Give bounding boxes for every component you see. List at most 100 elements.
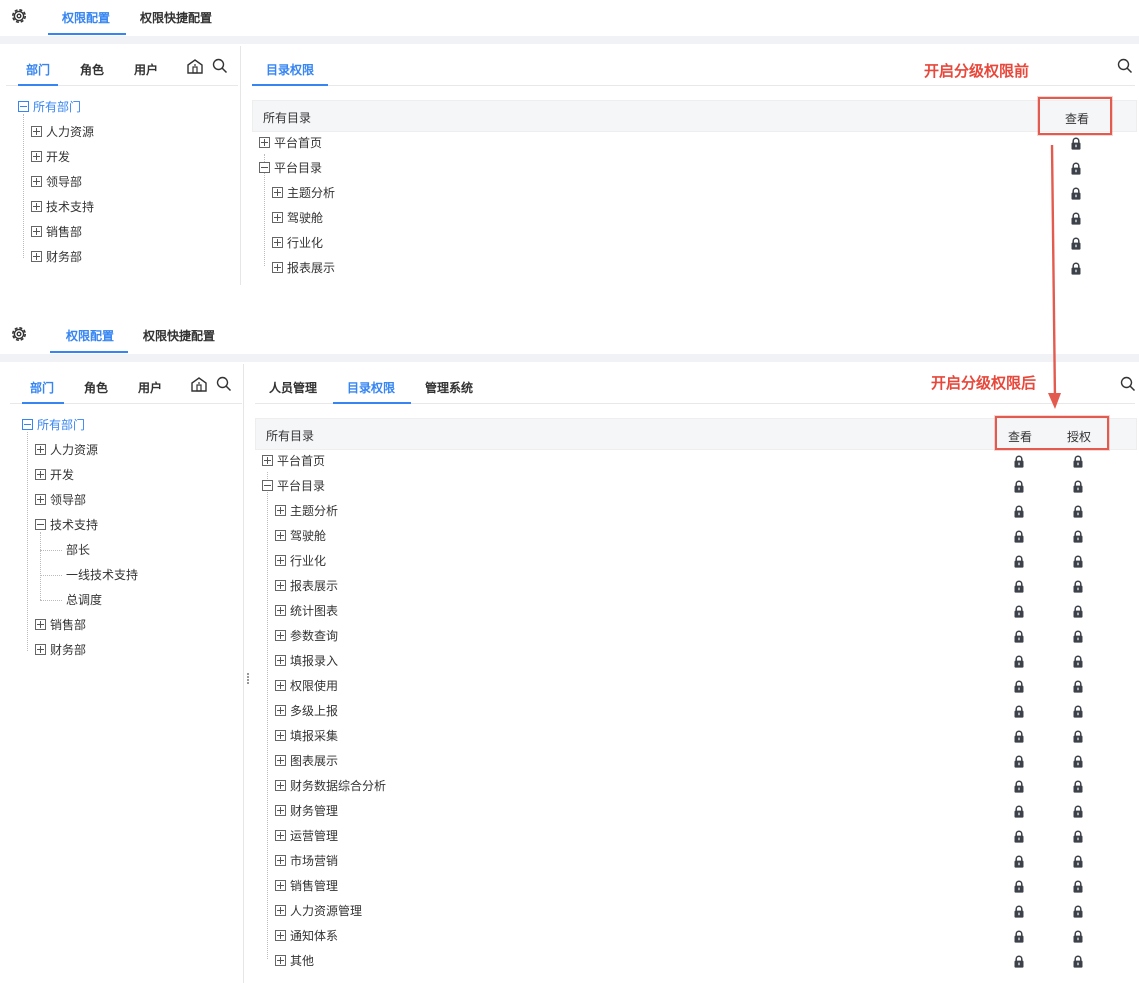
- tab-user[interactable]: 用户: [138, 379, 162, 396]
- tree-item[interactable]: 销售部: [35, 616, 86, 634]
- expand-icon[interactable]: [272, 262, 283, 273]
- lock-icon[interactable]: [1073, 955, 1083, 968]
- lock-icon[interactable]: [1071, 162, 1081, 175]
- catalog-item[interactable]: 多级上报: [275, 702, 338, 720]
- expand-icon[interactable]: [275, 505, 286, 516]
- resize-handle[interactable]: [246, 672, 250, 686]
- expand-icon[interactable]: [35, 619, 46, 630]
- expand-icon[interactable]: [275, 830, 286, 841]
- tab-management-system[interactable]: 管理系统: [425, 379, 473, 396]
- lock-icon[interactable]: [1073, 780, 1083, 793]
- expand-icon[interactable]: [35, 444, 46, 455]
- tab-catalog-permission[interactable]: 目录权限: [347, 379, 395, 396]
- tree-item[interactable]: 开发: [31, 148, 70, 166]
- lock-icon[interactable]: [1014, 730, 1024, 743]
- lock-icon[interactable]: [1014, 755, 1024, 768]
- catalog-item[interactable]: 驾驶舱: [275, 527, 326, 545]
- catalog-item[interactable]: 驾驶舱: [272, 209, 323, 227]
- tree-item[interactable]: 人力资源: [31, 123, 94, 141]
- lock-icon[interactable]: [1014, 530, 1024, 543]
- tree-item[interactable]: 技术支持: [31, 198, 94, 216]
- search-icon[interactable]: [1117, 58, 1133, 74]
- lock-icon[interactable]: [1014, 805, 1024, 818]
- tree-item[interactable]: 销售部: [31, 223, 82, 241]
- building-icon[interactable]: [186, 58, 204, 74]
- catalog-item[interactable]: 市场营销: [275, 852, 338, 870]
- tab-role[interactable]: 角色: [80, 61, 104, 78]
- lock-icon[interactable]: [1014, 780, 1024, 793]
- expand-icon[interactable]: [35, 469, 46, 480]
- tab-department[interactable]: 部门: [30, 379, 54, 396]
- lock-icon[interactable]: [1073, 705, 1083, 718]
- tab-permission-config[interactable]: 权限配置: [66, 327, 114, 344]
- catalog-item[interactable]: 报表展示: [272, 259, 335, 277]
- lock-icon[interactable]: [1014, 605, 1024, 618]
- catalog-item[interactable]: 财务数据综合分析: [275, 777, 386, 795]
- catalog-item[interactable]: 统计图表: [275, 602, 338, 620]
- catalog-item[interactable]: 行业化: [272, 234, 323, 252]
- expand-icon[interactable]: [275, 930, 286, 941]
- tree-item[interactable]: 技术支持: [35, 516, 98, 534]
- lock-icon[interactable]: [1071, 237, 1081, 250]
- lock-icon[interactable]: [1014, 680, 1024, 693]
- expand-icon[interactable]: [31, 126, 42, 137]
- search-icon[interactable]: [1120, 376, 1136, 392]
- expand-icon[interactable]: [31, 151, 42, 162]
- lock-icon[interactable]: [1073, 805, 1083, 818]
- lock-icon[interactable]: [1014, 880, 1024, 893]
- expand-icon[interactable]: [275, 680, 286, 691]
- expand-icon[interactable]: [275, 705, 286, 716]
- expand-icon[interactable]: [31, 201, 42, 212]
- expand-icon[interactable]: [275, 655, 286, 666]
- expand-icon[interactable]: [275, 530, 286, 541]
- catalog-item[interactable]: 平台目录: [262, 477, 325, 495]
- lock-icon[interactable]: [1014, 480, 1024, 493]
- tab-catalog-permission[interactable]: 目录权限: [266, 61, 314, 78]
- lock-icon[interactable]: [1073, 555, 1083, 568]
- tab-user[interactable]: 用户: [134, 61, 158, 78]
- tab-quick-config[interactable]: 权限快捷配置: [143, 327, 215, 344]
- lock-icon[interactable]: [1014, 455, 1024, 468]
- expand-icon[interactable]: [272, 237, 283, 248]
- lock-icon[interactable]: [1014, 830, 1024, 843]
- expand-icon[interactable]: [275, 580, 286, 591]
- catalog-item[interactable]: 报表展示: [275, 577, 338, 595]
- tree-item[interactable]: 领导部: [35, 491, 86, 509]
- lock-icon[interactable]: [1073, 855, 1083, 868]
- expand-icon[interactable]: [275, 780, 286, 791]
- tree-leaf[interactable]: 一线技术支持: [66, 566, 138, 584]
- collapse-icon[interactable]: [35, 519, 46, 530]
- lock-icon[interactable]: [1073, 655, 1083, 668]
- gear-icon[interactable]: [10, 7, 28, 25]
- catalog-item[interactable]: 主题分析: [272, 184, 335, 202]
- search-icon[interactable]: [216, 376, 232, 392]
- lock-icon[interactable]: [1014, 905, 1024, 918]
- lock-icon[interactable]: [1071, 187, 1081, 200]
- catalog-item[interactable]: 行业化: [275, 552, 326, 570]
- expand-icon[interactable]: [31, 226, 42, 237]
- collapse-icon[interactable]: [22, 419, 33, 430]
- lock-icon[interactable]: [1073, 530, 1083, 543]
- lock-icon[interactable]: [1073, 830, 1083, 843]
- lock-icon[interactable]: [1073, 605, 1083, 618]
- catalog-item[interactable]: 平台首页: [262, 452, 325, 470]
- expand-icon[interactable]: [31, 251, 42, 262]
- tree-root[interactable]: 所有部门: [22, 416, 85, 434]
- expand-icon[interactable]: [275, 905, 286, 916]
- tab-user-management[interactable]: 人员管理: [269, 379, 317, 396]
- expand-icon[interactable]: [275, 855, 286, 866]
- expand-icon[interactable]: [275, 805, 286, 816]
- expand-icon[interactable]: [31, 176, 42, 187]
- expand-icon[interactable]: [35, 494, 46, 505]
- search-icon[interactable]: [212, 58, 228, 74]
- lock-icon[interactable]: [1014, 555, 1024, 568]
- catalog-item[interactable]: 运营管理: [275, 827, 338, 845]
- catalog-item[interactable]: 平台目录: [259, 159, 322, 177]
- expand-icon[interactable]: [259, 137, 270, 148]
- catalog-item[interactable]: 权限使用: [275, 677, 338, 695]
- expand-icon[interactable]: [275, 730, 286, 741]
- lock-icon[interactable]: [1014, 955, 1024, 968]
- lock-icon[interactable]: [1014, 855, 1024, 868]
- catalog-item[interactable]: 平台首页: [259, 134, 322, 152]
- lock-icon[interactable]: [1073, 880, 1083, 893]
